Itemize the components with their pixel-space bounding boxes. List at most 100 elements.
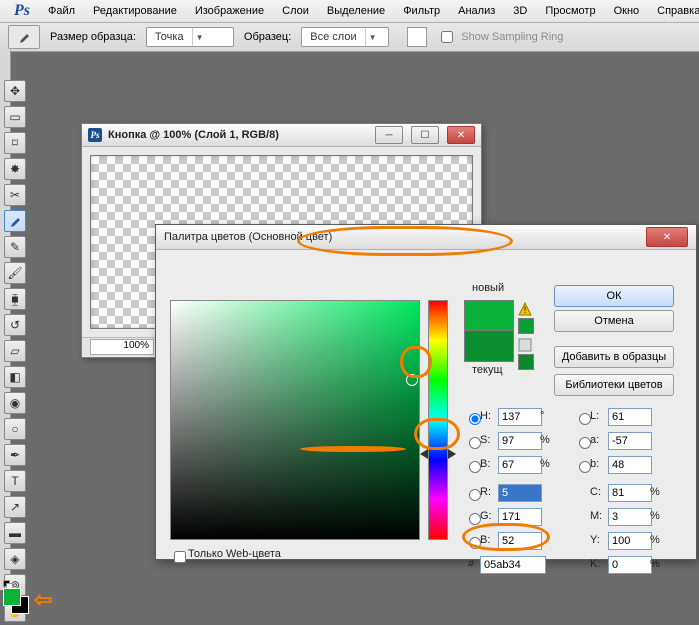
menu-file[interactable]: Файл <box>40 3 83 19</box>
minimize-button[interactable]: ─ <box>375 126 403 144</box>
gradient-tool[interactable]: ◧ <box>4 366 26 388</box>
path-tool[interactable]: ↗ <box>4 496 26 518</box>
brush-tool[interactable]: 🖌 <box>4 262 26 284</box>
current-label: текущ <box>472 364 503 376</box>
zoom-field[interactable]: 100% <box>90 339 154 355</box>
color-libraries-button[interactable]: Библиотеки цветов <box>554 374 674 396</box>
label-h: H: <box>480 410 491 422</box>
unit-h: ° <box>540 410 544 422</box>
eraser-tool[interactable]: ▱ <box>4 340 26 362</box>
show-sampling-ring-checkbox[interactable]: Show Sampling Ring <box>437 28 563 46</box>
marquee-tool[interactable]: ▭ <box>4 106 26 128</box>
show-ring-input[interactable] <box>441 31 453 43</box>
input-r[interactable] <box>498 484 542 502</box>
add-swatch-button[interactable]: Добавить в образцы <box>554 346 674 368</box>
type-tool[interactable]: T <box>4 470 26 492</box>
pen-tool[interactable]: ✒ <box>4 444 26 466</box>
sample-size-label: Размер образца: <box>50 31 136 43</box>
eyedropper-tool[interactable] <box>4 210 26 232</box>
menu-image[interactable]: Изображение <box>187 3 272 19</box>
gamut-swatch[interactable] <box>518 318 534 334</box>
options-bar: Размер образца: Точка▼ Образец: Все слои… <box>0 23 699 52</box>
color-picker-dialog: Палитра цветов (Основной цвет) ✕ новый т… <box>155 224 697 560</box>
unit-br: % <box>540 458 550 470</box>
crop-tool[interactable]: ✂ <box>4 184 26 206</box>
menu-layers[interactable]: Слои <box>274 3 317 19</box>
close-button[interactable]: ✕ <box>447 126 475 144</box>
swatch-preview <box>407 27 427 47</box>
unit-s: % <box>540 434 550 446</box>
picker-titlebar[interactable]: Палитра цветов (Основной цвет) ✕ <box>156 225 696 250</box>
sample-size-combo[interactable]: Точка▼ <box>146 27 234 47</box>
input-g[interactable] <box>498 508 542 526</box>
new-label: новый <box>472 282 504 294</box>
menu-window[interactable]: Окно <box>606 3 648 19</box>
menu-bar: Ps Файл Редактирование Изображение Слои … <box>0 0 699 23</box>
fg-bg-colors[interactable] <box>3 580 31 608</box>
sample-value: Все слои <box>302 31 364 43</box>
label-br: B: <box>480 458 490 470</box>
label-l: L: <box>590 410 599 422</box>
cancel-button[interactable]: Отмена <box>554 310 674 332</box>
picker-close-button[interactable]: ✕ <box>646 227 688 247</box>
gamut-warning-icon[interactable]: ! <box>518 302 532 316</box>
document-titlebar[interactable]: Ps Кнопка @ 100% (Слой 1, RGB/8) ─ ☐ ✕ <box>82 124 481 147</box>
label-m: M: <box>590 510 602 522</box>
annotation-arrow-icon: ⇦ <box>34 587 52 613</box>
input-b[interactable] <box>498 532 542 550</box>
input-lb[interactable] <box>608 456 652 474</box>
history-brush-tool[interactable]: ↺ <box>4 314 26 336</box>
eyedropper-preset-icon[interactable] <box>8 25 40 49</box>
input-l[interactable] <box>608 408 652 426</box>
stamp-tool[interactable]: ⧯ <box>4 288 26 310</box>
menu-edit[interactable]: Редактирование <box>85 3 185 19</box>
input-h[interactable] <box>498 408 542 426</box>
label-k: K: <box>590 558 600 570</box>
3d-tool[interactable]: ◈ <box>4 548 26 570</box>
label-c: C: <box>590 486 601 498</box>
maximize-button[interactable]: ☐ <box>411 126 439 144</box>
sample-size-value: Точка <box>147 31 192 43</box>
menu-filter[interactable]: Фильтр <box>395 3 448 19</box>
webonly-checkbox[interactable] <box>174 551 186 563</box>
shape-tool[interactable]: ▬ <box>4 522 26 544</box>
input-br[interactable] <box>498 456 542 474</box>
color-field[interactable] <box>170 300 420 540</box>
input-m[interactable] <box>608 508 652 526</box>
label-lb: b: <box>590 458 599 470</box>
color-field-cursor[interactable] <box>406 374 418 386</box>
websafe-swatch[interactable] <box>518 354 534 370</box>
menu-analysis[interactable]: Анализ <box>450 3 503 19</box>
websafe-warning-icon[interactable] <box>518 338 532 352</box>
app-logo: Ps <box>6 2 38 20</box>
label-g: G: <box>480 510 492 522</box>
input-s[interactable] <box>498 432 542 450</box>
hue-slider[interactable] <box>428 300 448 540</box>
wand-tool[interactable]: ✸ <box>4 158 26 180</box>
heal-tool[interactable]: ✎ <box>4 236 26 258</box>
menu-help[interactable]: Справка <box>649 3 699 19</box>
lasso-tool[interactable]: ⌑ <box>4 132 26 154</box>
blur-tool[interactable]: ◉ <box>4 392 26 414</box>
menu-select[interactable]: Выделение <box>319 3 393 19</box>
dodge-tool[interactable]: ○ <box>4 418 26 440</box>
label-a: a: <box>590 434 599 446</box>
svg-text:!: ! <box>524 305 527 315</box>
current-color-swatch[interactable] <box>464 330 514 362</box>
input-k[interactable] <box>608 556 652 574</box>
input-y[interactable] <box>608 532 652 550</box>
input-a[interactable] <box>608 432 652 450</box>
sample-combo[interactable]: Все слои▼ <box>301 27 389 47</box>
menu-3d[interactable]: 3D <box>505 3 535 19</box>
menu-view[interactable]: Просмотр <box>537 3 603 19</box>
unit-k: % <box>650 558 660 570</box>
sample-label: Образец: <box>244 31 291 43</box>
label-s: S: <box>480 434 490 446</box>
foreground-color-swatch[interactable] <box>3 588 21 606</box>
input-hex[interactable] <box>480 556 546 574</box>
picker-title: Палитра цветов (Основной цвет) <box>164 231 644 243</box>
new-color-swatch[interactable] <box>464 300 514 332</box>
ok-button[interactable]: ОК <box>554 285 674 307</box>
input-c[interactable] <box>608 484 652 502</box>
move-tool[interactable]: ✥ <box>4 80 26 102</box>
